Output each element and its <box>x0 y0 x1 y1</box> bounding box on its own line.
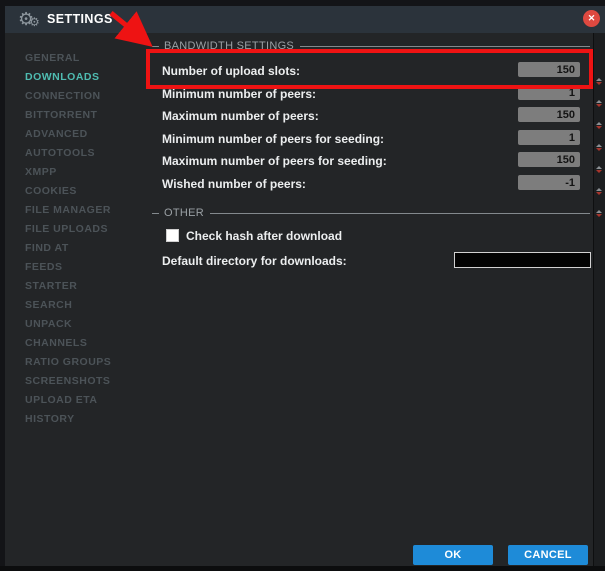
sidebar-item-file-manager[interactable]: FILE MANAGER <box>25 201 140 220</box>
settings-nav: GENERAL DOWNLOADS CONNECTION BITTORRENT … <box>25 49 140 429</box>
sidebar-item-cookies[interactable]: COOKIES <box>25 182 140 201</box>
sidebar-item-file-uploads[interactable]: FILE UPLOADS <box>25 220 140 239</box>
wished-peers-input[interactable] <box>518 175 580 190</box>
min-peers-row: Minimum number of peers: <box>162 85 580 101</box>
default-directory-row: Default directory for downloads: <box>162 252 591 268</box>
other-legend: OTHER <box>152 207 590 219</box>
sidebar-item-downloads[interactable]: DOWNLOADS <box>25 68 140 87</box>
check-hash-row: Check hash after download <box>166 228 342 243</box>
sidebar-item-bittorrent[interactable]: BITTORRENT <box>25 106 140 125</box>
upload-slots-label: Number of upload slots: <box>162 64 300 78</box>
max-peers-seeding-input[interactable] <box>518 152 580 167</box>
sidebar-item-search[interactable]: SEARCH <box>25 296 140 315</box>
max-peers-label: Maximum number of peers: <box>162 109 319 123</box>
default-directory-input[interactable] <box>454 252 591 268</box>
stepper-marks <box>596 122 602 129</box>
sidebar-item-history[interactable]: HISTORY <box>25 410 140 429</box>
max-peers-seeding-label: Maximum number of peers for seeding: <box>162 154 387 168</box>
wished-peers-label: Wished number of peers: <box>162 177 306 191</box>
stepper-marks <box>596 144 602 151</box>
stepper-marks <box>596 78 602 85</box>
stepper-marks <box>596 100 602 107</box>
wished-peers-row: Wished number of peers: <box>162 175 580 191</box>
min-peers-seeding-label: Minimum number of peers for seeding: <box>162 132 385 146</box>
default-directory-label: Default directory for downloads: <box>162 254 347 268</box>
sidebar-item-xmpp[interactable]: XMPP <box>25 163 140 182</box>
min-peers-input[interactable] <box>518 85 580 100</box>
settings-dialog: ⚙ ⚙ SETTINGS ✕ GENERAL DOWNLOADS CONNECT… <box>0 0 605 571</box>
sidebar-item-screenshots[interactable]: SCREENSHOTS <box>25 372 140 391</box>
scrollbar-track[interactable] <box>593 33 605 566</box>
check-hash-label: Check hash after download <box>186 228 343 243</box>
sidebar-item-unpack[interactable]: UNPACK <box>25 315 140 334</box>
sidebar-item-general[interactable]: GENERAL <box>25 49 140 68</box>
sidebar-item-upload-eta[interactable]: UPLOAD ETA <box>25 391 140 410</box>
settings-gear-icon: ⚙ ⚙ <box>18 9 40 29</box>
sidebar-item-connection[interactable]: CONNECTION <box>25 87 140 106</box>
sidebar-item-starter[interactable]: STARTER <box>25 277 140 296</box>
stepper-marks <box>596 188 602 195</box>
max-peers-seeding-row: Maximum number of peers for seeding: <box>162 152 580 168</box>
sidebar-item-feeds[interactable]: FEEDS <box>25 258 140 277</box>
cancel-button[interactable]: CANCEL <box>508 545 588 565</box>
min-peers-seeding-row: Minimum number of peers for seeding: <box>162 130 580 146</box>
min-peers-seeding-input[interactable] <box>518 130 580 145</box>
check-hash-checkbox[interactable] <box>166 229 179 242</box>
stepper-marks <box>596 210 602 217</box>
upload-slots-input[interactable] <box>518 62 580 77</box>
sidebar-item-find-at[interactable]: FIND AT <box>25 239 140 258</box>
dialog-title: SETTINGS <box>47 12 113 26</box>
sidebar-item-autotools[interactable]: AUTOTOOLS <box>25 144 140 163</box>
upload-slots-row: Number of upload slots: <box>162 62 580 78</box>
sidebar-item-ratio-groups[interactable]: RATIO GROUPS <box>25 353 140 372</box>
sidebar-item-advanced[interactable]: ADVANCED <box>25 125 140 144</box>
close-icon[interactable]: ✕ <box>583 10 600 27</box>
sidebar-item-channels[interactable]: CHANNELS <box>25 334 140 353</box>
max-peers-input[interactable] <box>518 107 580 122</box>
title-bar: ⚙ ⚙ SETTINGS ✕ <box>5 6 605 33</box>
bandwidth-settings-legend: BANDWIDTH SETTINGS <box>152 40 590 52</box>
downloads-settings-panel: BANDWIDTH SETTINGS Number of upload slot… <box>148 33 593 566</box>
ok-button[interactable]: OK <box>413 545 493 565</box>
max-peers-row: Maximum number of peers: <box>162 107 580 123</box>
min-peers-label: Minimum number of peers: <box>162 87 317 101</box>
dialog-bottom-edge <box>0 566 605 571</box>
stepper-marks <box>596 166 602 173</box>
